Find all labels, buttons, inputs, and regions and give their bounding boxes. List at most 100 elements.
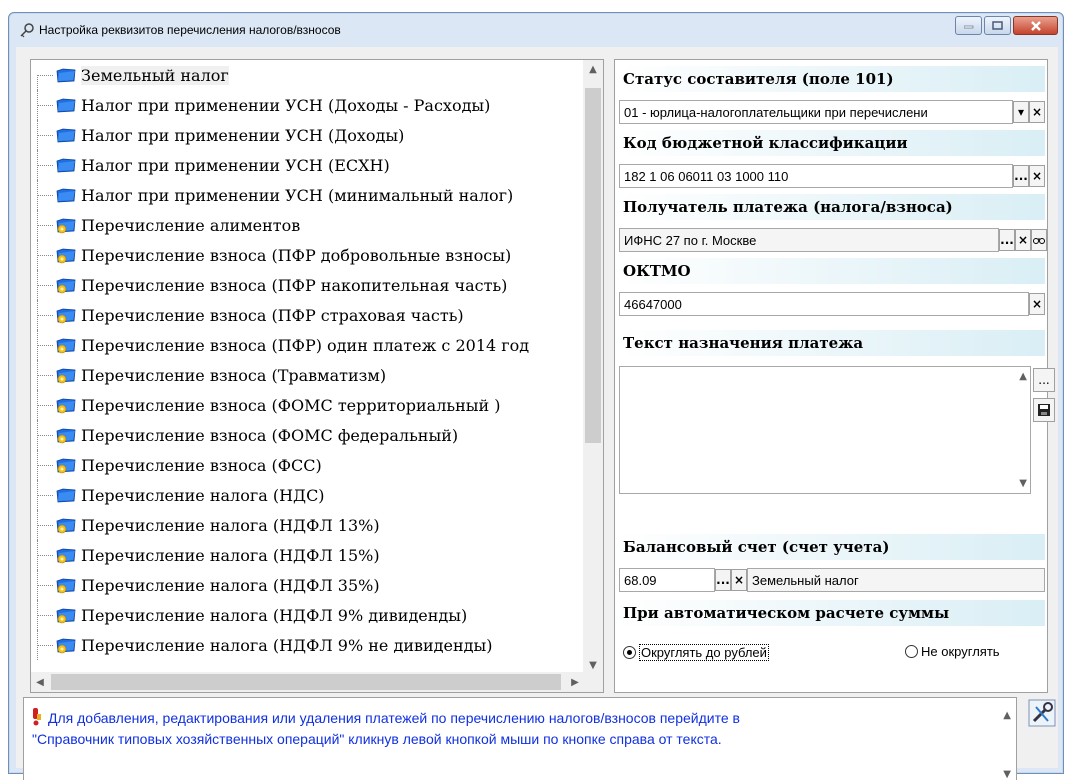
tree-item[interactable]: Перечисление налога (НДФЛ 15%)	[31, 540, 576, 570]
close-button[interactable]	[1013, 16, 1058, 35]
tree-connector	[37, 525, 53, 526]
tree-item[interactable]: Перечисление взноса (Травматизм)	[31, 360, 576, 390]
title-bar[interactable]: Настройка реквизитов перечисления налого…	[9, 13, 1063, 47]
tree-item[interactable]: Перечисление налога (НДФЛ 13%)	[31, 510, 576, 540]
client-area: Земельный налог Налог при применении УСН …	[16, 47, 1058, 780]
tree-item-label: Перечисление налога (НДФЛ 35%)	[81, 575, 380, 595]
tree-item[interactable]: Перечисление взноса (ПФР накопительная ч…	[31, 270, 576, 300]
tree-item-label: Перечисление налога (НДФЛ 9% дивиденды)	[81, 605, 468, 625]
no-round-option-label: Не округлять	[921, 644, 1000, 659]
round-option-label: Округлять до рублей	[639, 644, 769, 661]
folder-blue-icon	[55, 96, 77, 114]
no-rounding-radio[interactable]: Не округлять	[905, 644, 1000, 659]
tree-connector	[37, 135, 53, 136]
tree-connector	[37, 645, 53, 646]
tree-item[interactable]: Перечисление алиментов	[31, 210, 576, 240]
tree-item[interactable]: Налог при применении УСН (Доходы - Расхо…	[31, 90, 576, 120]
tree-item[interactable]: Налог при применении УСН (Доходы)	[31, 120, 576, 150]
minimize-icon	[963, 25, 973, 28]
folder-blue-yellow-icon	[55, 366, 77, 384]
folder-blue-yellow-icon	[55, 456, 77, 474]
scroll-corner	[583, 672, 603, 692]
tree-connector	[37, 165, 53, 166]
recipient-field[interactable]: ИФНС 27 по г. Москве	[619, 228, 999, 252]
tree-item-label: Перечисление взноса (ПФР накопительная ч…	[81, 275, 508, 295]
chevron-down-icon: ▾	[1017, 105, 1025, 119]
tree-connector	[37, 195, 53, 196]
oktmo-field[interactable]: 46647000	[619, 292, 1029, 316]
round-to-rubles-radio[interactable]: Округлять до рублей	[623, 644, 769, 661]
ellipsis-icon: ...	[1000, 233, 1014, 247]
info-scroll-down-icon[interactable]: ▼	[1003, 769, 1011, 780]
scroll-thumb[interactable]	[585, 88, 601, 443]
ellipsis-icon: ...	[716, 573, 730, 587]
payment-type-tree[interactable]: Земельный налог Налог при применении УСН …	[30, 59, 604, 693]
purpose-save-button[interactable]	[1033, 398, 1055, 422]
recipient-lookup-button[interactable]	[1031, 229, 1047, 251]
tree-connector	[37, 405, 53, 406]
clear-icon: ×	[1031, 105, 1043, 119]
tree-item[interactable]: Налог при применении УСН (ЕСХН)	[31, 150, 576, 180]
kbk-section-header: Код бюджетной классификации	[617, 130, 1045, 156]
tree-item[interactable]: Перечисление налога (НДФЛ 9% не дивиденд…	[31, 630, 576, 660]
tree-item-label: Перечисление налога (НДФЛ 9% не дивиденд…	[81, 635, 493, 655]
kbk-browse-button[interactable]: ...	[1013, 165, 1029, 187]
tree-item[interactable]: Земельный налог	[31, 60, 576, 90]
floppy-disk-icon	[1038, 404, 1050, 416]
purpose-browse-button[interactable]: ...	[1033, 368, 1055, 392]
status-clear-button[interactable]: ×	[1029, 101, 1045, 123]
info-scroll-up-icon[interactable]: ▲	[1003, 710, 1011, 721]
tree-item[interactable]: Перечисление взноса (ПФР) один платеж с …	[31, 330, 576, 360]
kbk-field[interactable]: 182 1 06 06011 03 1000 110	[619, 164, 1013, 188]
info-line-2: "Справочник типовых хозяйственных операц…	[32, 731, 722, 747]
tree-item-label: Перечисление взноса (ПФР) один платеж с …	[81, 335, 530, 355]
tree-item-label: Налог при применении УСН (Доходы - Расхо…	[81, 95, 491, 115]
recipient-clear-button[interactable]: ×	[1015, 229, 1031, 251]
memo-scroll-up-icon[interactable]: ▲	[1019, 371, 1027, 382]
tree-vertical-scrollbar[interactable]: ▲ ▼	[583, 60, 603, 674]
account-field[interactable]: 68.09	[619, 568, 715, 592]
scroll-up-icon[interactable]: ▲	[583, 60, 603, 78]
oktmo-section-header: ОКТМО	[617, 258, 1045, 284]
clear-icon: ×	[1017, 233, 1029, 247]
recipient-browse-button[interactable]: ...	[999, 229, 1015, 251]
tree-item[interactable]: Налог при применении УСН (минимальный на…	[31, 180, 576, 210]
maximize-button[interactable]	[984, 16, 1011, 35]
tree-item[interactable]: Перечисление налога (НДС)	[31, 480, 576, 510]
folder-blue-icon	[55, 66, 77, 84]
status-select[interactable]: 01 - юрлица-налогоплательщики при перечи…	[619, 100, 1013, 124]
account-section-header: Балансовый счет (счет учета)	[617, 534, 1045, 560]
close-icon	[1030, 20, 1041, 31]
status-dropdown-button[interactable]: ▾	[1013, 101, 1029, 123]
minimize-button[interactable]	[955, 16, 982, 35]
purpose-textarea[interactable]: ▲ ▼	[619, 366, 1031, 494]
oktmo-clear-button[interactable]: ×	[1029, 293, 1045, 315]
tree-item-label: Перечисление алиментов	[81, 215, 301, 235]
kbk-clear-button[interactable]: ×	[1029, 165, 1045, 187]
tree-connector	[37, 105, 53, 106]
tree-item-label: Перечисление взноса (ФОМС территориальны…	[81, 395, 501, 415]
tree-item[interactable]: Перечисление взноса (ПФР добровольные вз…	[31, 240, 576, 270]
operations-directory-button[interactable]	[1028, 699, 1056, 727]
tree-item[interactable]: Перечисление взноса (ФСС)	[31, 450, 576, 480]
tree-item-label: Перечисление взноса (ПФР страховая часть…	[81, 305, 464, 325]
tree-connector	[37, 315, 53, 316]
folder-blue-yellow-icon	[55, 216, 77, 234]
tree-connector	[37, 495, 53, 496]
tree-item[interactable]: Перечисление налога (НДФЛ 9% дивиденды)	[31, 600, 576, 630]
scroll-right-icon[interactable]: ▶	[566, 672, 584, 692]
tree-item[interactable]: Перечисление налога (НДФЛ 35%)	[31, 570, 576, 600]
account-browse-button[interactable]: ...	[715, 569, 731, 591]
folder-blue-icon	[55, 126, 77, 144]
hscroll-thumb[interactable]	[51, 674, 561, 690]
scroll-left-icon[interactable]: ◀	[31, 672, 49, 692]
tree-item[interactable]: Перечисление взноса (ПФР страховая часть…	[31, 300, 576, 330]
tree-item[interactable]: Перечисление взноса (ФОМС территориальны…	[31, 390, 576, 420]
memo-scroll-down-icon[interactable]: ▼	[1019, 478, 1027, 489]
account-clear-button[interactable]: ×	[731, 569, 747, 591]
clear-icon: ×	[1031, 297, 1043, 311]
tree-horizontal-scrollbar[interactable]: ◀ ▶	[31, 672, 584, 692]
tree-item[interactable]: Перечисление взноса (ФОМС федеральный)	[31, 420, 576, 450]
folder-blue-icon	[55, 486, 77, 504]
tree-connector	[37, 75, 53, 76]
